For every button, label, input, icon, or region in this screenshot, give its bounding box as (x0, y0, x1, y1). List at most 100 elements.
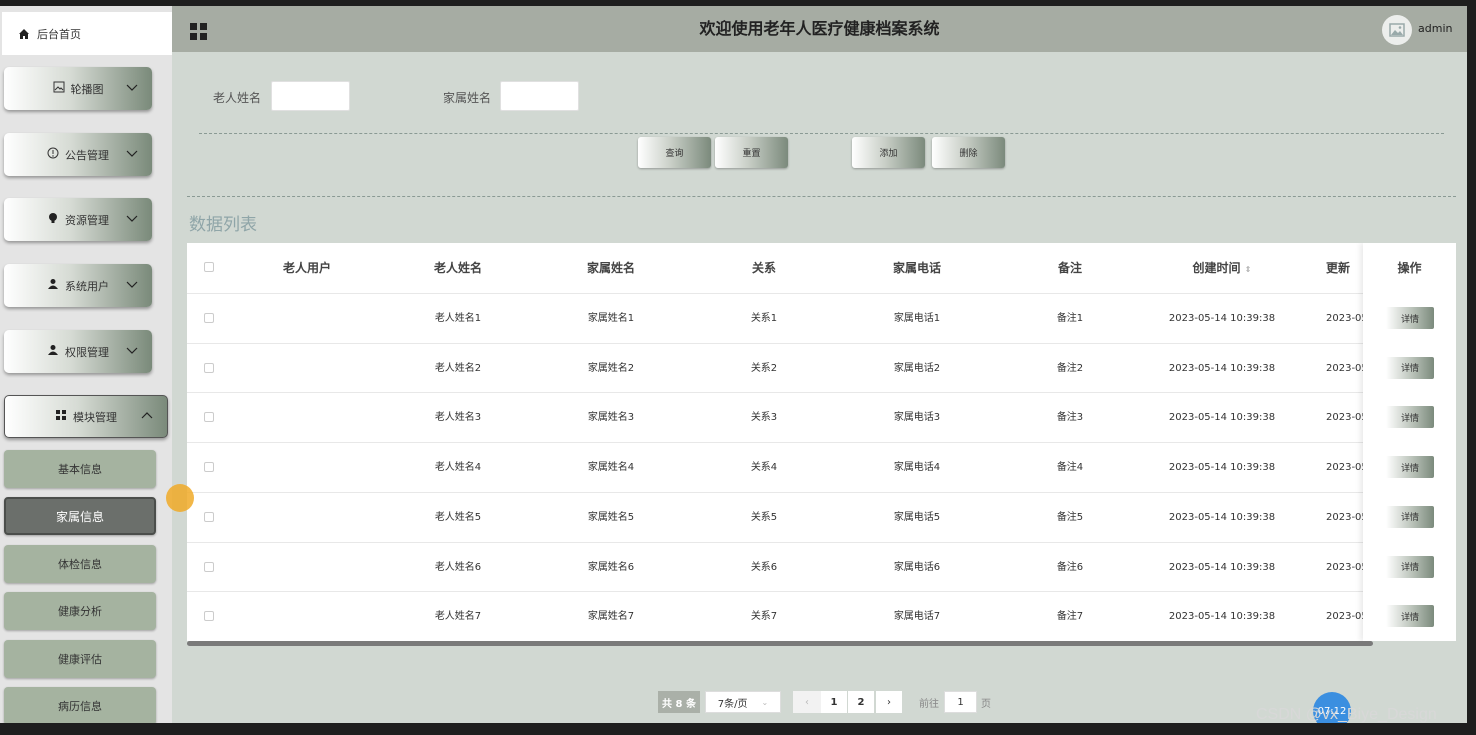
sidebar-item-family-info[interactable]: 家属信息 (4, 497, 156, 535)
row-checkbox[interactable] (204, 412, 214, 423)
table-header: 老人用户 老人姓名 家属姓名 关系 家属电话 备注 创建时间 ⇕ 更新 (187, 243, 1456, 293)
detail-button[interactable]: 详情 (1386, 356, 1434, 379)
image-icon (53, 81, 65, 96)
table-row: 老人姓名5 家属姓名5 关系5 家属电话5 备注5 2023-05-14 10:39:38… (187, 491, 1456, 542)
detail-button[interactable]: 详情 (1386, 605, 1434, 628)
table-cell-elder: 老人姓名6 (434, 561, 482, 573)
sidebar-menu-label: 公告管理 (65, 148, 109, 162)
username[interactable]: admin (1418, 22, 1452, 35)
family-name-input[interactable] (500, 81, 579, 111)
pagination-total: 共 8 条 (658, 691, 700, 713)
table-cell-elder: 老人姓名2 (434, 362, 482, 374)
table-cell-relation: 关系2 (750, 362, 778, 374)
chevron-down-icon: ⌄ (761, 697, 769, 707)
query-button[interactable]: 查询 (638, 137, 711, 168)
sidebar-item-checkup-info[interactable]: 体检信息 (4, 545, 156, 583)
sidebar-menu-system-user[interactable]: 系统用户 (4, 264, 152, 307)
page-title: 欢迎使用老年人医疗健康档案系统 (699, 19, 940, 38)
chevron-down-icon (126, 281, 138, 288)
row-checkbox[interactable] (204, 313, 214, 323)
table-cell-note: 备注3 (1056, 412, 1084, 424)
sidebar-home[interactable]: 后台首页 (2, 12, 172, 55)
family-name-label: 家属姓名 (443, 91, 492, 105)
select-all-checkbox[interactable] (204, 262, 214, 272)
row-checkbox[interactable] (204, 362, 214, 373)
table-row: 老人姓名6 家属姓名6 关系6 家属电话6 备注6 2023-05-14 10:39:38… (187, 541, 1456, 592)
delete-button[interactable]: 删除 (932, 137, 1005, 168)
reset-button[interactable]: 重置 (715, 137, 788, 168)
page-size-value: 7条/页 (717, 698, 748, 710)
table-row: 老人姓名2 家属姓名2 关系2 家属电话2 备注2 2023-05-14 10:39:38… (187, 342, 1456, 393)
table-row: 老人姓名4 家属姓名4 关系4 家属电话4 备注4 2023-05-14 10:39:38… (187, 442, 1456, 492)
chevron-right-icon: › (887, 696, 891, 708)
menu-toggle-icon[interactable] (190, 23, 207, 40)
table-cell-relation: 关系5 (750, 511, 778, 523)
home-icon (19, 28, 29, 39)
page-number[interactable]: 1 (821, 691, 847, 713)
column-header-sortable[interactable]: 创建时间 ⇕ (1172, 243, 1272, 293)
sidebar-menu-label: 轮播图 (70, 82, 104, 96)
prev-page-button[interactable]: ‹ (793, 691, 821, 713)
table-cell-relation: 关系6 (750, 561, 778, 573)
table-cell-user (257, 393, 357, 443)
table-cell-phone: 家属电话6 (893, 561, 941, 573)
column-header: 老人姓名 (433, 261, 482, 275)
sidebar-item-medical-record[interactable]: 病历信息 (4, 687, 156, 723)
table-cell-elder: 老人姓名4 (434, 462, 482, 474)
detail-button[interactable]: 详情 (1386, 307, 1434, 329)
table-cell-user (257, 443, 357, 493)
sort-icon[interactable]: ⇕ (1245, 265, 1252, 274)
sidebar-menu-notice[interactable]: 公告管理 (4, 133, 152, 176)
app-window: 后台首页 轮播图 公告管理 资源管理 系统用户 权限管理 模块管理 基本信息 家… (0, 6, 1467, 723)
table-cell-created: 2023-05-14 10:39:38 (1168, 412, 1276, 424)
table-row: 老人姓名3 家属姓名3 关系3 家属电话3 备注3 2023-05-14 10:39:38… (187, 392, 1456, 442)
detail-button[interactable]: 详情 (1386, 555, 1434, 578)
detail-button[interactable]: 详情 (1386, 505, 1434, 528)
list-title: 数据列表 (189, 215, 257, 235)
horizontal-scrollbar[interactable] (187, 641, 1373, 646)
detail-button[interactable]: 详情 (1386, 406, 1434, 429)
page-size-select[interactable]: 7条/页 ⌄ (705, 691, 781, 713)
table-cell-created: 2023-05-14 10:39:38 (1168, 313, 1276, 324)
table-cell-family: 家属姓名5 (587, 511, 635, 523)
row-checkbox[interactable] (204, 561, 214, 572)
goto-page-input[interactable]: 1 (944, 691, 977, 713)
goto-suffix: 页 (981, 698, 991, 710)
sidebar-item-health-analysis[interactable]: 健康分析 (4, 592, 156, 630)
sidebar-menu-module[interactable]: 模块管理 (4, 395, 168, 438)
row-checkbox[interactable] (204, 511, 214, 522)
table-cell-phone: 家属电话2 (893, 362, 941, 374)
table-cell-created: 2023-05-14 10:39:38 (1168, 462, 1276, 474)
column-header: 操作 (1397, 261, 1422, 275)
sidebar-item-basic-info[interactable]: 基本信息 (4, 450, 156, 488)
sidebar-menu-permission[interactable]: 权限管理 (4, 330, 152, 373)
add-button[interactable]: 添加 (852, 137, 925, 168)
detail-button[interactable]: 详情 (1386, 456, 1434, 479)
sidebar-menu-label: 资源管理 (65, 213, 109, 227)
table-cell-phone: 家属电话3 (893, 412, 941, 424)
table-cell-user (257, 592, 357, 641)
chevron-down-icon (126, 84, 138, 91)
table-cell-note: 备注6 (1056, 561, 1084, 573)
row-checkbox[interactable] (204, 611, 214, 622)
sidebar: 后台首页 轮播图 公告管理 资源管理 系统用户 权限管理 模块管理 基本信息 家… (0, 6, 172, 723)
data-table: 老人用户 老人姓名 家属姓名 关系 家属电话 备注 创建时间 ⇕ 更新 老人姓名… (187, 243, 1456, 641)
avatar[interactable] (1382, 15, 1412, 45)
table-cell-phone: 家属电话1 (893, 313, 941, 324)
chevron-down-icon (126, 347, 138, 354)
image-placeholder-icon (1389, 23, 1405, 37)
sidebar-menu-carousel[interactable]: 轮播图 (4, 67, 152, 110)
grid-icon (55, 409, 67, 424)
sidebar-item-label: 健康分析 (58, 605, 102, 618)
operations-column: 操作 详情 详情 详情 详情 详情 详情 详情 (1363, 243, 1456, 641)
page-number[interactable]: 2 (848, 691, 874, 713)
elder-name-input[interactable] (271, 81, 350, 111)
sidebar-item-health-assessment[interactable]: 健康评估 (4, 640, 156, 678)
row-checkbox[interactable] (204, 462, 214, 473)
next-page-button[interactable]: › (876, 691, 902, 713)
mouse-cursor-highlight (166, 484, 194, 512)
sidebar-menu-resource[interactable]: 资源管理 (4, 198, 152, 241)
table-cell-created: 2023-05-14 10:39:38 (1168, 561, 1276, 573)
top-bar: 欢迎使用老年人医疗健康档案系统 admin (172, 6, 1467, 52)
table-cell-phone: 家属电话7 (893, 611, 941, 623)
